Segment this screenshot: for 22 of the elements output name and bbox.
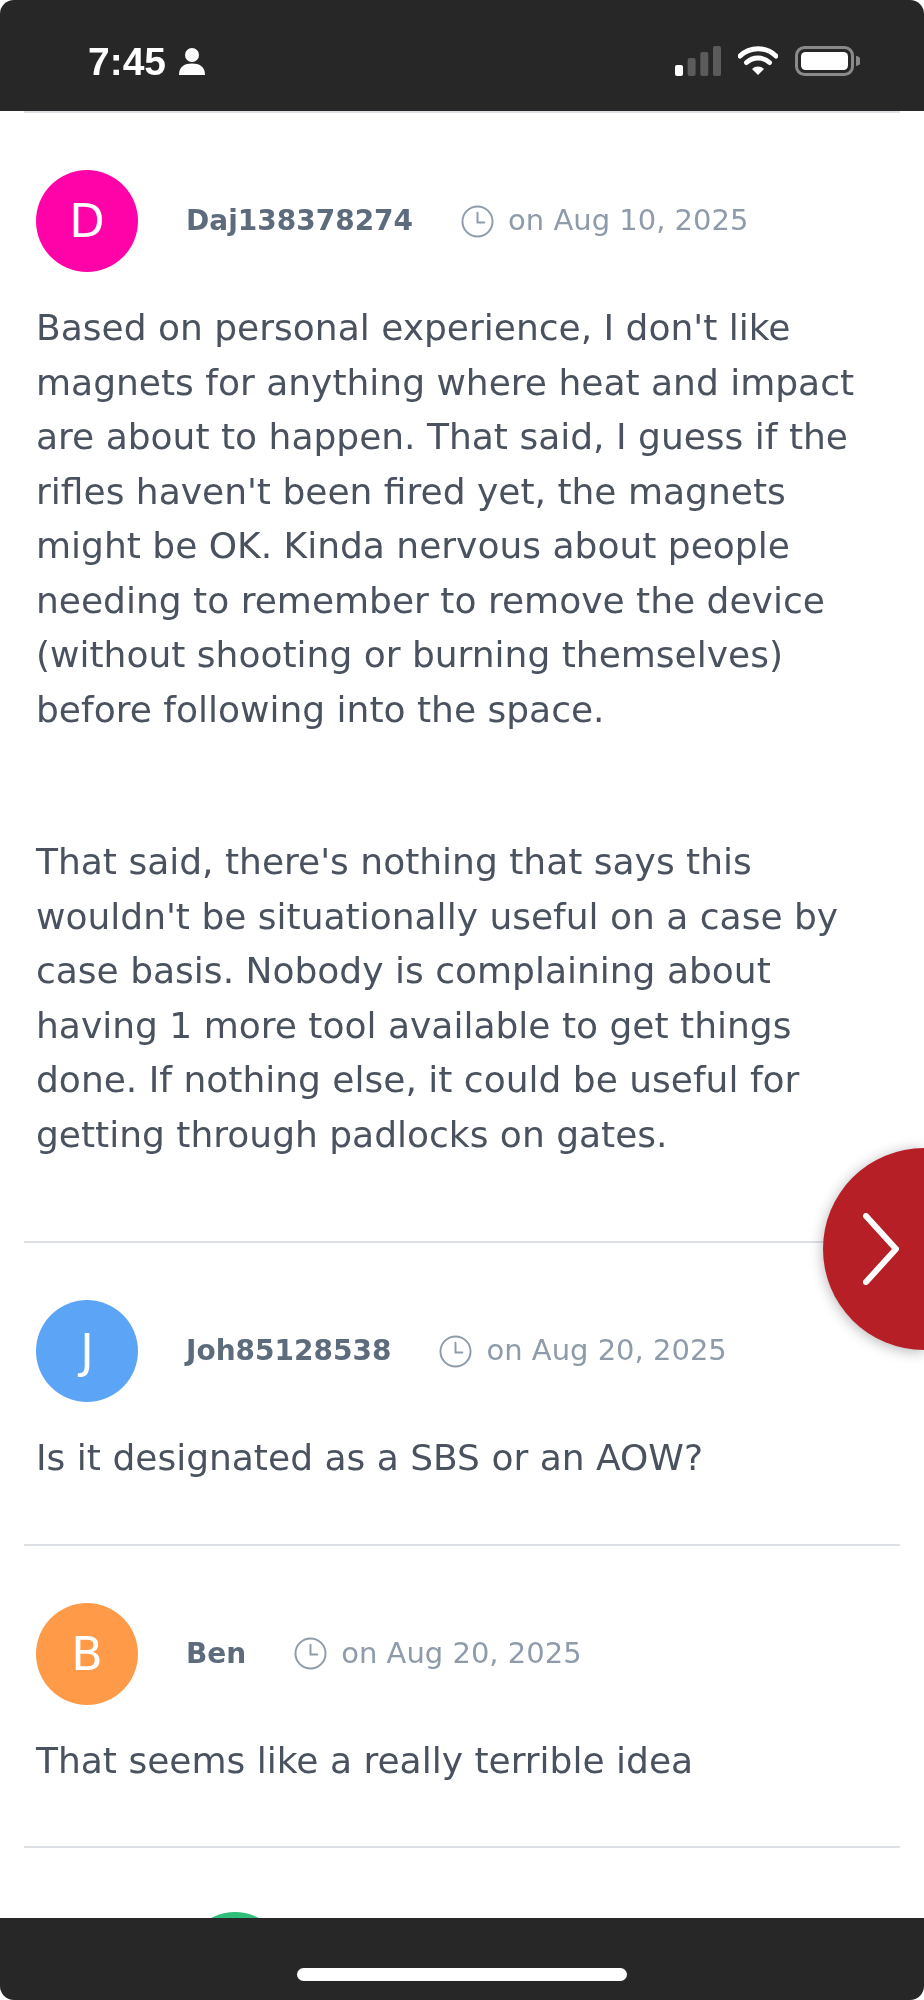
avatar: D <box>36 170 138 272</box>
comment-date: on Aug 20, 2025 <box>486 1332 727 1370</box>
comment-text: That seems like a really terrible idea <box>36 1738 695 1783</box>
signal-icon <box>675 46 721 76</box>
comment-text: Based on personal experience, I don't like magnets for anything where heat and impact are about to happen. That said, I guess if the rifles haven't been fired yet, the magnets might be OK. Kinda nervous about people needing to remember to remove the device (without shooting or burning themselves) before following into the space. <box>36 306 856 732</box>
author-name[interactable]: Daj138378274 <box>186 200 414 242</box>
battery-icon <box>795 46 860 76</box>
author-name[interactable]: Joh85128538 <box>186 1330 392 1372</box>
wifi-icon <box>738 46 778 76</box>
comment-date: on Aug 20, 2025 <box>341 1634 582 1672</box>
comment-text: That said, there's nothing that says this wouldn't be situationally useful on a case by case basis. Nobody is complaining about having 1 more tool available to get things done. If nothing else, it could be useful for getting through padlocks on gates. <box>36 840 840 1157</box>
status-time: 7:45 <box>88 41 167 81</box>
clock-icon <box>439 1334 473 1368</box>
clock-icon <box>294 1637 328 1670</box>
clock-icon <box>461 204 495 238</box>
person-icon <box>178 47 207 75</box>
avatar: J <box>36 1300 138 1402</box>
comment-date: on Aug 10, 2025 <box>508 202 749 240</box>
avatar: B <box>36 1602 138 1705</box>
author-name[interactable]: Ben <box>186 1632 247 1675</box>
chevron-right-icon <box>863 1213 899 1285</box>
comment-text: Is it designated as a SBS or an AOW? <box>36 1436 705 1480</box>
